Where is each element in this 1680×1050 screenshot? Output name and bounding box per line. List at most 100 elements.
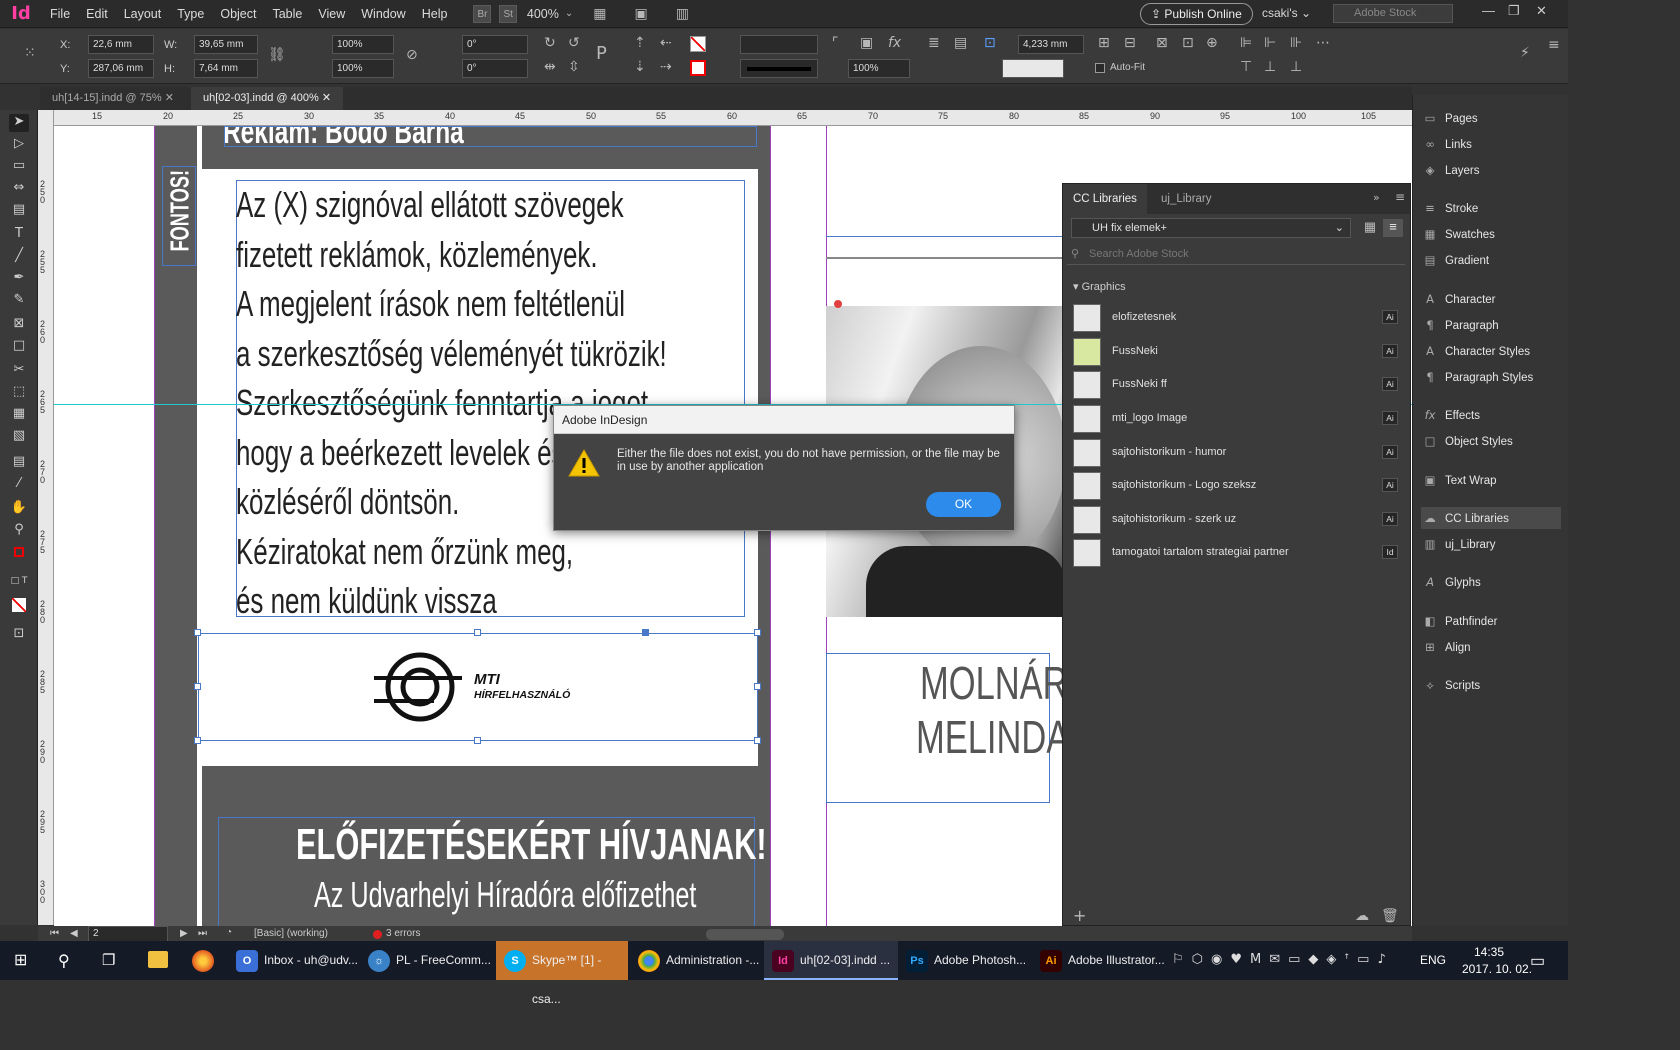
x-field[interactable]: 22,6 mm (88, 35, 154, 54)
close-tab-icon[interactable]: ✕ (322, 92, 331, 104)
selection-tool-icon[interactable]: ➤ (9, 114, 29, 132)
tab-uj-library[interactable]: uj_Library (1151, 184, 1222, 214)
close-tab-icon[interactable]: ✕ (165, 92, 174, 104)
style-profile[interactable]: [Basic] (working) (254, 928, 328, 939)
quick-apply-icon[interactable]: ⚡ (1520, 45, 1530, 61)
list-item[interactable]: sajtohistorikum - humor Ai (1071, 437, 1404, 469)
close-icon[interactable]: ✕ (1536, 3, 1547, 19)
anchor-icon[interactable] (834, 300, 842, 308)
rotate-cw-icon[interactable]: ↻ (544, 35, 556, 51)
fill-stroke-icon[interactable] (9, 546, 29, 564)
maximize-icon[interactable]: ❐ (1508, 3, 1520, 19)
shear-field[interactable]: 0° (462, 59, 528, 78)
add-content-icon[interactable]: + (1073, 906, 1086, 925)
selection-handle[interactable] (474, 629, 481, 636)
menu-help[interactable]: Help (414, 7, 456, 21)
vertical-ruler[interactable]: 250 255 260 265 270 275 280 285 290 295 … (38, 110, 54, 925)
stroke-swatch[interactable] (690, 60, 706, 76)
taskbar-item[interactable]: ☼ PL - FreeComm... (360, 941, 494, 980)
task-view-icon[interactable]: ❐ (102, 951, 115, 969)
p-icon[interactable]: P (596, 43, 607, 64)
panel-character[interactable]: A Character (1421, 288, 1561, 310)
pen-tool-icon[interactable]: ✒ (9, 270, 29, 288)
rotate-ccw-icon[interactable]: ↺ (568, 35, 580, 51)
list-item[interactable]: sajtohistorikum - Logo szeksz Ai (1071, 470, 1404, 502)
selection-handle[interactable] (642, 629, 649, 636)
panel-paragraph[interactable]: ¶ Paragraph (1421, 314, 1561, 336)
last-page-icon[interactable]: ⏭ (198, 928, 207, 939)
auto-fit-checkbox[interactable] (1095, 63, 1105, 73)
stroke-type-field[interactable] (740, 59, 818, 78)
list-item[interactable]: mti_logo Image Ai (1071, 403, 1404, 435)
content-collector-icon[interactable]: ▤ (9, 202, 29, 220)
taskbar-item[interactable]: Ai Adobe Illustrator... (1032, 941, 1166, 980)
gap-tool-icon[interactable]: ⇔ (9, 180, 29, 198)
constrain-scale-icon[interactable]: ⊘ (406, 47, 418, 63)
ok-button[interactable]: OK (926, 492, 1001, 517)
side-label-frame[interactable]: FONTOS! (162, 166, 196, 266)
stroke-weight-field[interactable] (740, 35, 818, 54)
fill-swatch[interactable] (690, 36, 706, 52)
file-explorer-icon[interactable] (148, 951, 168, 968)
panel-glyphs[interactable]: A Glyphs (1421, 571, 1561, 593)
panel-pathfinder[interactable]: ◧ Pathfinder (1421, 610, 1561, 632)
scale-x-field[interactable]: 100% (332, 35, 394, 54)
scissors-tool-icon[interactable]: ✂ (9, 362, 29, 380)
align-frame-icon[interactable]: ⊡ (984, 35, 996, 51)
type-tool-icon[interactable]: T (9, 226, 29, 244)
list-item[interactable]: FussNeki ff Ai (1071, 369, 1404, 401)
panel-align[interactable]: ⊞ Align (1421, 636, 1561, 658)
select-next-icon[interactable]: ⇢ (660, 59, 672, 75)
panel-character-styles[interactable]: A Character Styles (1421, 340, 1561, 362)
language-indicator[interactable]: ENG (1420, 953, 1446, 967)
selection-handle[interactable] (754, 629, 761, 636)
creative-cloud-icon[interactable]: ☁ (1355, 908, 1369, 924)
menu-view[interactable]: View (310, 7, 353, 21)
panel-pages[interactable]: ▭ Pages (1421, 107, 1561, 129)
notifications-icon[interactable]: ▭ (1530, 951, 1545, 971)
panel-paragraph-styles[interactable]: ¶ Paragraph Styles (1421, 366, 1561, 388)
panel-object-styles[interactable]: □ Object Styles (1421, 430, 1561, 452)
stock-search-field[interactable]: Search Adobe Stock (1067, 245, 1405, 265)
taskbar-item[interactable]: O Inbox - uh@udv... (228, 941, 362, 980)
error-count[interactable]: 3 errors (386, 928, 420, 939)
panel-menu-icon[interactable]: ≡ (1548, 37, 1560, 53)
tab-document-2[interactable]: uh[02-03].indd @ 400% ✕ (191, 87, 344, 110)
panel-stroke[interactable]: ≡ Stroke (1421, 197, 1561, 219)
bridge-button[interactable]: Br (473, 4, 492, 23)
horizontal-ruler[interactable]: 15 20 25 30 35 40 45 50 55 60 65 70 75 8… (54, 110, 1412, 126)
clock-date[interactable]: 2017. 10. 02. (1462, 962, 1532, 976)
text-wrap-around-icon[interactable]: ▤ (954, 35, 967, 51)
align-right-icon[interactable]: ⊪ (1290, 35, 1302, 51)
selection-handle[interactable] (194, 683, 201, 690)
eyedropper-tool-icon[interactable]: ⁄ (9, 476, 29, 494)
text-wrap-icon[interactable]: ≣ (928, 35, 940, 51)
fit-frame-icon[interactable]: ⊟ (1124, 35, 1136, 51)
center-content-icon[interactable]: ⊕ (1206, 35, 1218, 51)
panel-uj-library[interactable]: ▥ uj_Library (1421, 533, 1561, 555)
y-field[interactable]: 287,06 mm (88, 59, 154, 78)
rectangle-tool-icon[interactable]: □ (9, 338, 29, 356)
stock-search-input[interactable]: Adobe Stock (1333, 4, 1453, 23)
formatting-affects-icon[interactable]: □ T (9, 576, 29, 594)
list-item[interactable]: elofizetesnek Ai (1071, 302, 1404, 334)
panel-cc-libraries[interactable]: ☁ CC Libraries (1421, 507, 1561, 529)
opacity-field[interactable]: 100% (848, 59, 910, 78)
flip-horizontal-icon[interactable]: ⇹ (544, 59, 556, 75)
stock-button[interactable]: St (499, 4, 517, 23)
align-top-icon[interactable]: ⊤ (1240, 59, 1252, 75)
arrange-icon[interactable]: ▥ (676, 6, 689, 22)
menu-edit[interactable]: Edit (78, 7, 116, 21)
w-field[interactable]: 39,65 mm (194, 35, 258, 54)
direct-selection-tool-icon[interactable]: ▷ (9, 136, 29, 154)
search-icon[interactable]: ⚲ (58, 951, 70, 971)
windows-start-icon[interactable]: ⊞ (14, 952, 32, 970)
panel-scripts[interactable]: ⟡ Scripts (1421, 674, 1561, 696)
publish-online-button[interactable]: ⇪ Publish Online (1140, 3, 1253, 25)
distribute-icon[interactable]: ⋯ (1316, 35, 1330, 51)
menu-file[interactable]: File (42, 7, 78, 21)
pencil-tool-icon[interactable]: ✎ (9, 292, 29, 310)
screen-mode-icon[interactable]: ⊡ (9, 626, 29, 644)
list-item[interactable]: sajtohistorikum - szerk uz Ai (1071, 504, 1404, 536)
h-field[interactable]: 7,64 mm (194, 59, 258, 78)
